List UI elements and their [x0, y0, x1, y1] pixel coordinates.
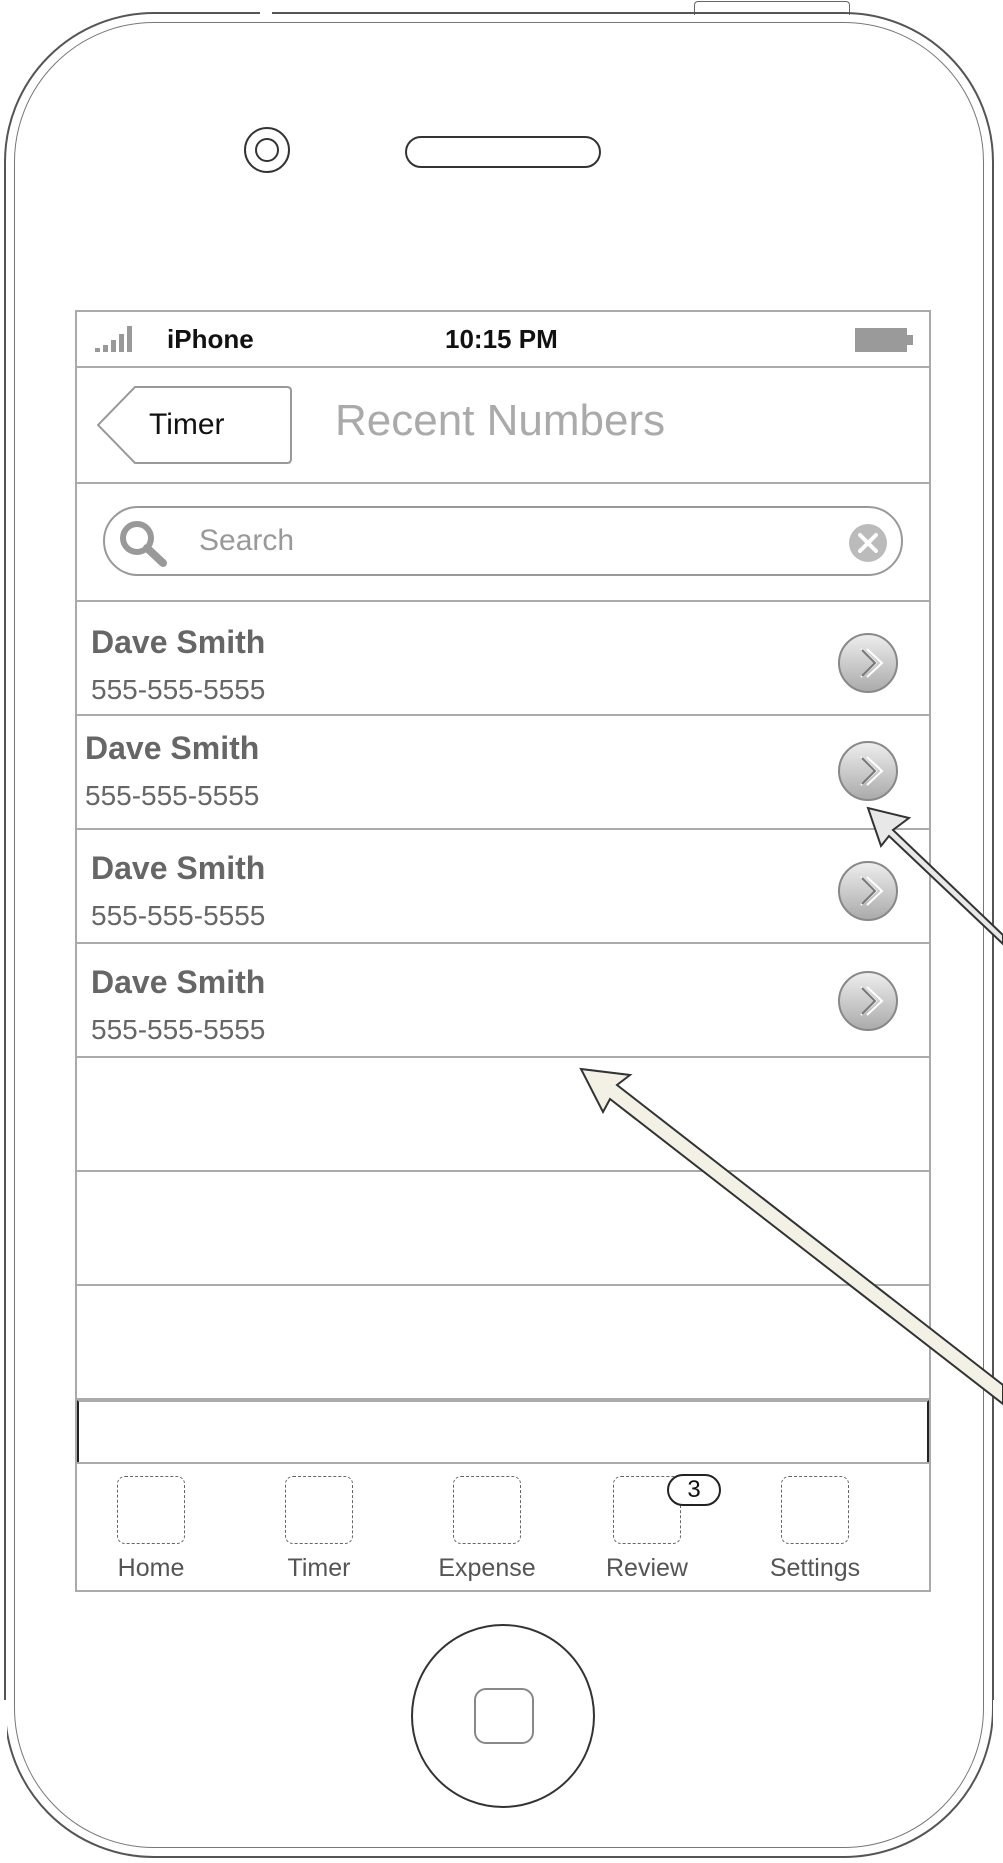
search-placeholder: Search	[199, 524, 295, 557]
contact-name: Dave Smith	[91, 624, 266, 660]
disclosure-chevron-icon[interactable]	[837, 740, 899, 802]
list-footer	[77, 1400, 929, 1462]
home-button-icon	[474, 1688, 534, 1744]
list-item[interactable]: Dave Smith 555-555-5555	[77, 602, 929, 716]
frame-gap-right	[993, 1700, 999, 1760]
disclosure-chevron-icon[interactable]	[837, 970, 899, 1032]
settings-tab-icon	[781, 1476, 849, 1544]
contact-name: Dave Smith	[91, 964, 266, 1000]
screen: iPhone 10:15 PM Timer Recent Numbers Sea…	[75, 310, 931, 1592]
tab-label: Review	[606, 1554, 688, 1582]
tab-label: Settings	[769, 1554, 861, 1582]
empty-list-row	[77, 1058, 929, 1172]
signal-bar	[127, 326, 132, 352]
signal-bar	[95, 348, 100, 352]
list-item[interactable]: Dave Smith 555-555-5555	[77, 830, 929, 944]
navigation-bar: Timer Recent Numbers	[77, 368, 929, 484]
timer-tab-icon	[285, 1476, 353, 1544]
review-badge: 3	[667, 1474, 721, 1506]
tab-timer[interactable]: Timer	[245, 1464, 385, 1590]
front-camera	[244, 127, 290, 173]
empty-list-row	[77, 1172, 929, 1286]
clear-icon[interactable]	[848, 523, 888, 563]
carrier-name: iPhone	[167, 324, 254, 354]
disclosure-chevron-icon[interactable]	[837, 860, 899, 922]
back-button-label: Timer	[149, 408, 225, 441]
contact-phone: 555-555-5555	[85, 780, 260, 811]
status-bar: iPhone 10:15 PM	[77, 312, 929, 368]
contact-name: Dave Smith	[85, 730, 260, 766]
home-tab-icon	[117, 1476, 185, 1544]
list-item[interactable]: Dave Smith 555-555-5555	[77, 716, 929, 830]
tab-settings[interactable]: Settings	[741, 1464, 881, 1590]
tab-label: Home	[117, 1554, 185, 1582]
signal-bar	[103, 345, 108, 352]
tab-home[interactable]: Home	[77, 1464, 217, 1590]
earpiece-speaker	[405, 136, 601, 168]
tab-label: Expense	[438, 1554, 536, 1582]
search-input[interactable]: Search	[103, 506, 903, 576]
tab-label: Timer	[287, 1554, 351, 1582]
disclosure-chevron-icon[interactable]	[837, 632, 899, 694]
contact-name: Dave Smith	[91, 850, 266, 886]
status-time: 10:15 PM	[445, 324, 558, 354]
battery-icon	[855, 328, 913, 352]
contact-phone: 555-555-5555	[91, 674, 266, 705]
frame-notch	[260, 8, 272, 18]
frame-gap-left	[1, 1700, 7, 1760]
signal-bar	[119, 334, 124, 352]
expense-tab-icon	[453, 1476, 521, 1544]
tab-bar: Home Timer Expense Review 3 Settings	[77, 1462, 929, 1590]
contact-phone: 555-555-5555	[91, 1014, 266, 1045]
tab-expense[interactable]: Expense	[413, 1464, 553, 1590]
page-title: Recent Numbers	[335, 396, 666, 445]
search-bar: Search	[77, 484, 929, 602]
signal-bar	[111, 340, 116, 352]
list-item[interactable]: Dave Smith 555-555-5555	[77, 944, 929, 1058]
contact-phone: 555-555-5555	[91, 900, 266, 931]
empty-list-row	[77, 1286, 929, 1400]
search-icon	[120, 521, 167, 567]
back-button[interactable]: Timer	[97, 386, 292, 464]
